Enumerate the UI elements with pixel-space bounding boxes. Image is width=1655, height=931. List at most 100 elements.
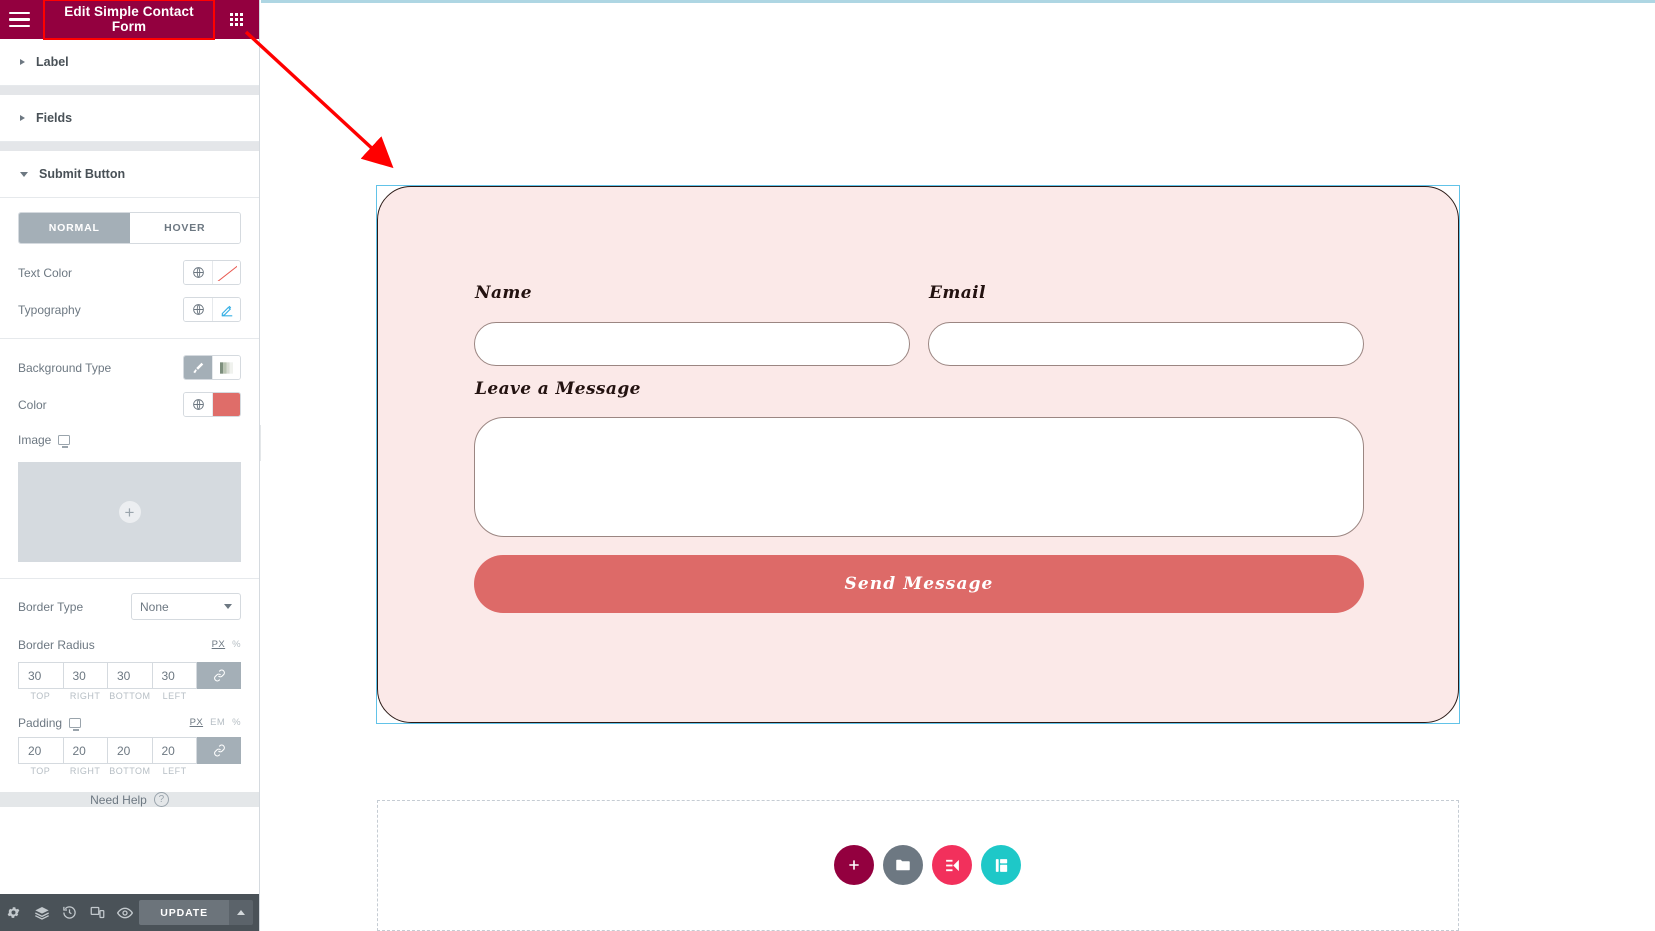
no-color-slash-icon[interactable] <box>212 261 240 284</box>
hamburger-icon[interactable] <box>0 0 39 39</box>
padding-right-input[interactable]: 20 <box>63 737 108 764</box>
brush-classic-icon[interactable] <box>184 356 212 379</box>
need-help-area: Need Help ? <box>0 792 259 807</box>
chevron-up-icon <box>237 910 246 915</box>
unit-px[interactable]: PX <box>212 639 225 650</box>
responsive-mode-icon[interactable] <box>84 894 112 931</box>
side-label-top: TOP <box>30 691 51 701</box>
name-field-label: Name <box>475 283 532 303</box>
control-image: Image <box>0 423 259 456</box>
need-help-label: Need Help <box>90 792 147 807</box>
border-radius-inputs: 30 30 30 30 <box>18 662 241 689</box>
preview-eye-icon[interactable] <box>111 894 139 931</box>
need-help-button[interactable]: Need Help ? <box>90 792 169 807</box>
panel-spacer <box>0 776 259 792</box>
tab-hover[interactable]: HOVER <box>129 213 240 243</box>
send-message-label: Send Message <box>844 574 994 594</box>
elementor-button[interactable] <box>932 845 972 885</box>
contact-form-card: Name Email Leave a Message Send Message <box>377 186 1459 723</box>
gradient-icon[interactable] <box>212 356 240 379</box>
add-section-button[interactable] <box>834 845 874 885</box>
elementor-editor: Edit Simple Contact Form Label Fields Su… <box>0 0 1655 931</box>
unit-percent[interactable]: % <box>232 639 241 650</box>
section-label: Fields <box>36 111 73 125</box>
desktop-icon[interactable] <box>69 717 82 731</box>
side-label-top: TOP <box>30 766 51 776</box>
link-icon[interactable] <box>197 737 241 764</box>
email-field-label: Email <box>929 283 986 303</box>
section-header-label[interactable]: Label <box>0 39 259 86</box>
control-label: Padding <box>18 715 190 731</box>
link-icon[interactable] <box>197 662 241 689</box>
image-label-text: Image <box>18 432 52 447</box>
control-padding: Padding PX EM % <box>0 701 259 734</box>
unit-px[interactable]: PX <box>190 717 203 728</box>
divider <box>0 578 259 579</box>
side-label-bottom: BOTTOM <box>109 691 151 701</box>
chevron-right-icon <box>20 115 25 121</box>
control-label: Color <box>18 397 47 412</box>
background-type-options <box>183 355 241 380</box>
history-revisions-icon[interactable] <box>56 894 84 931</box>
state-tabs: NORMAL HOVER <box>18 212 241 244</box>
image-dropzone[interactable]: + <box>18 462 241 562</box>
tab-normal[interactable]: NORMAL <box>19 213 130 243</box>
panel-footer: UPDATE <box>0 894 259 931</box>
pencil-edit-icon[interactable] <box>212 298 240 321</box>
panel-header: Edit Simple Contact Form <box>0 0 259 41</box>
section-header-fields[interactable]: Fields <box>0 95 259 142</box>
widgets-grid-icon[interactable] <box>215 0 257 39</box>
border-radius-right-input[interactable]: 30 <box>63 662 108 689</box>
side-label-bottom: BOTTOM <box>109 766 151 776</box>
state-tabs-row: NORMAL HOVER <box>0 198 259 254</box>
add-template-button[interactable] <box>883 845 923 885</box>
padding-left-input[interactable]: 20 <box>152 737 197 764</box>
element-pack-button[interactable] <box>981 845 1021 885</box>
unit-em[interactable]: EM <box>210 717 225 728</box>
send-message-button[interactable]: Send Message <box>474 555 1364 613</box>
globe-icon[interactable] <box>184 298 212 321</box>
update-button[interactable]: UPDATE <box>139 900 230 925</box>
section-header-submit-button[interactable]: Submit Button <box>0 151 259 198</box>
border-type-select[interactable]: None <box>131 593 241 620</box>
border-radius-top-input[interactable]: 30 <box>18 662 64 689</box>
padding-side-labels: TOP RIGHT BOTTOM LEFT <box>18 766 241 776</box>
control-label: Image <box>18 432 241 448</box>
submit-button-controls: NORMAL HOVER Text Color Typography Backg… <box>0 198 259 776</box>
chevron-right-icon <box>20 59 25 65</box>
name-input[interactable] <box>474 322 910 366</box>
section-label: Submit Button <box>39 167 126 181</box>
globe-icon[interactable] <box>184 261 212 284</box>
layers-navigator-icon[interactable] <box>28 894 56 931</box>
section-divider <box>0 142 259 151</box>
email-input[interactable] <box>928 322 1364 366</box>
border-radius-bottom-input[interactable]: 30 <box>108 662 153 689</box>
settings-gear-icon[interactable] <box>0 894 28 931</box>
control-border-type: Border Type None <box>0 587 259 626</box>
desktop-icon[interactable] <box>58 434 71 448</box>
side-label-left: LEFT <box>162 691 187 701</box>
editor-sidebar-panel: Edit Simple Contact Form Label Fields Su… <box>0 0 260 931</box>
update-options-button[interactable] <box>229 900 254 925</box>
control-border-radius: Border Radius PX % <box>0 626 259 659</box>
padding-label-text: Padding <box>18 715 63 730</box>
side-label-right: RIGHT <box>69 691 101 701</box>
padding-top-input[interactable]: 20 <box>18 737 64 764</box>
border-radius-left-input[interactable]: 30 <box>152 662 197 689</box>
control-text-color: Text Color <box>0 254 259 291</box>
side-label-right: RIGHT <box>69 766 101 776</box>
control-typography: Typography <box>0 291 259 328</box>
globe-icon[interactable] <box>184 393 212 416</box>
editor-canvas: Name Email Leave a Message Send Message <box>261 0 1655 931</box>
typography-controls <box>183 297 241 322</box>
unit-percent[interactable]: % <box>232 717 241 728</box>
padding-bottom-input[interactable]: 20 <box>108 737 153 764</box>
contact-form-section[interactable]: Name Email Leave a Message Send Message <box>376 185 1460 724</box>
control-label: Border Type <box>18 599 84 614</box>
control-label: Border Radius <box>18 637 95 652</box>
page-title: Edit Simple Contact Form <box>43 0 215 41</box>
color-swatch[interactable] <box>212 393 240 416</box>
message-textarea[interactable] <box>474 417 1364 537</box>
